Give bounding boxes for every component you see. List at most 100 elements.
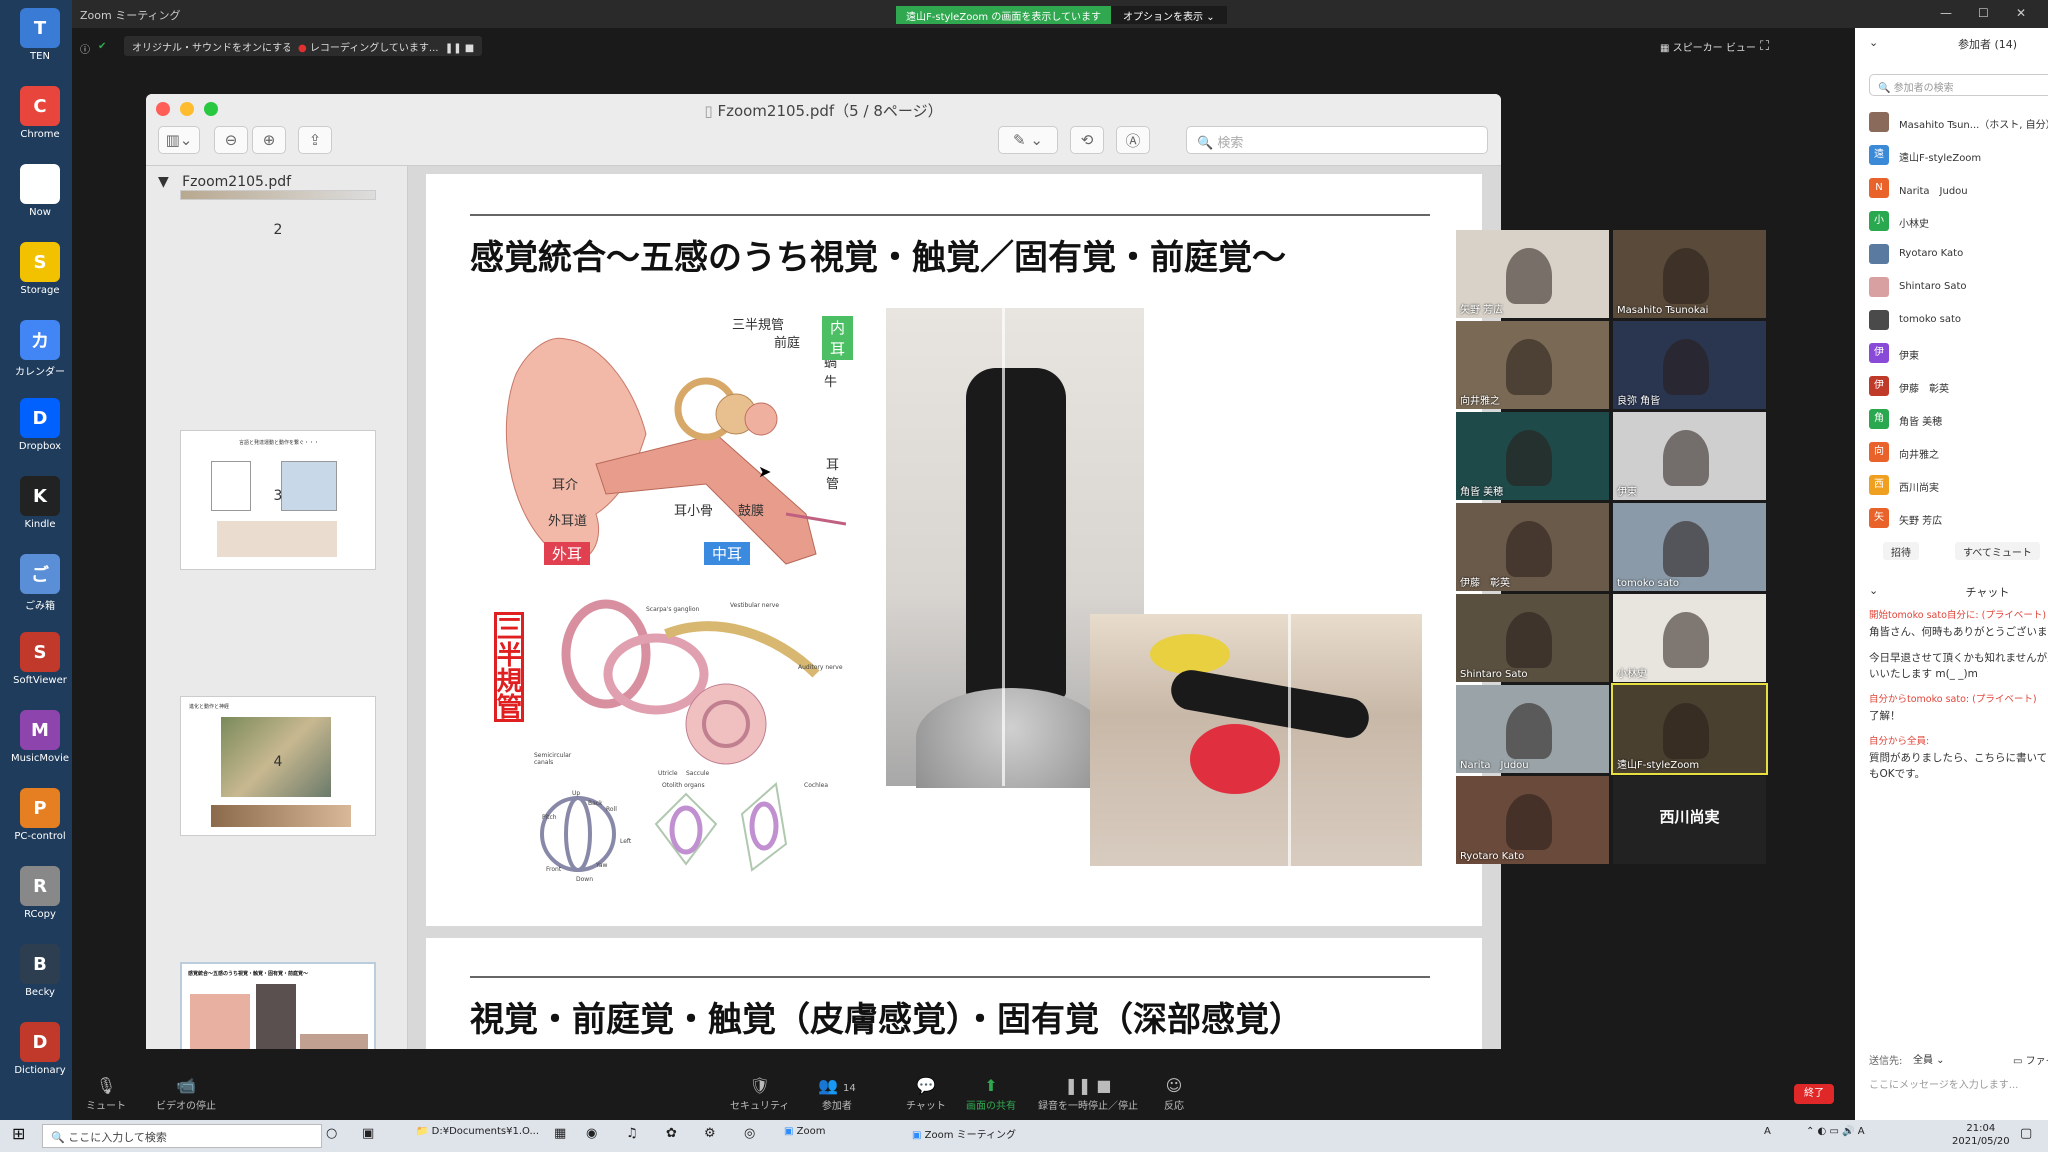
pdf-search-input[interactable]: 🔍 検索 [1186,126,1488,154]
ime-icon[interactable]: A [1764,1126,1771,1137]
participant-row[interactable]: 遠遠山F-styleZoom🎙▭ [1869,143,2048,169]
video-tile[interactable]: Masahito Tsunokai [1613,230,1766,318]
annotate-icon[interactable]: Ⓐ [1116,126,1150,154]
record-button[interactable]: ❚❚ ■ 録音を一時停止／停止 [1038,1076,1138,1112]
rotate-icon[interactable]: ⟲ [1070,126,1104,154]
participant-row[interactable]: Ryotaro Kato🎙̸▭ [1869,242,2048,268]
participant-name: 小林史 [1899,219,1929,230]
zoom-in-icon[interactable]: ⊕ [252,126,286,154]
calculator-icon[interactable]: ▦ [554,1126,566,1141]
desktop-icon-12[interactable]: B Becky [10,944,70,998]
invite-button[interactable]: 招待 [1883,542,1919,560]
fullscreen-icon[interactable]: ⛶ [1752,36,1777,56]
video-tile[interactable]: 向井雅之 [1456,321,1609,409]
video-tile[interactable]: 矢野 芳広 [1456,230,1609,318]
share-screen-button[interactable]: ⬆ 画面の共有 [966,1076,1016,1112]
desktop-icon-9[interactable]: M MusicMovie [10,710,70,764]
stop-icon[interactable]: ■ [465,43,474,54]
video-tile[interactable]: 遠山F-styleZoom [1611,683,1768,775]
share-icon[interactable]: ⇪ [298,126,332,154]
system-tray-icons[interactable]: ⌃ ◐ ▭ 🔊 A [1806,1126,1865,1137]
zoom-out-icon[interactable]: ⊖ [214,126,248,154]
mute-button[interactable]: 🎙 ミュート [86,1076,126,1112]
chat-message-meta: 開始tomoko sato自分に: (プライベート) [1869,610,2047,621]
desktop-icon-8[interactable]: S SoftViewer [10,632,70,686]
participant-row[interactable]: tomoko sato🎙̸▭ [1869,308,2048,334]
participant-row[interactable]: NNarita Judou🎙▭ [1869,176,2048,202]
send-to-select[interactable]: 全員 ⌄ [1905,1049,1953,1067]
pause-icon[interactable]: ❚❚ [445,43,462,54]
desktop-icon-6[interactable]: K Kindle [10,476,70,530]
taskbar-item-explorer[interactable]: 📁 D:¥Documents¥1.O... [416,1126,539,1137]
close-icon[interactable]: ✕ [2016,6,2026,20]
desktop-icon-5[interactable]: D Dropbox [10,398,70,452]
video-tile[interactable]: 伊東 [1613,412,1766,500]
thumbnail-page-2[interactable] [180,190,376,200]
speaker-view-button[interactable]: ▦ スピーカー ビュー [1652,36,1764,56]
desktop-icon-3[interactable]: S Storage [10,242,70,296]
taskbar-item-zoom[interactable]: ▣ Zoom [784,1126,825,1137]
desktop-icon-2[interactable]: N Now [10,164,70,218]
desktop-icon-10[interactable]: P PC-control [10,788,70,842]
chat-button[interactable]: 💬 チャット [906,1076,946,1112]
participant-row[interactable]: 西西川尚実🎙̸▭ [1869,473,2048,499]
video-tile[interactable]: 良弥 角皆 [1613,321,1766,409]
video-tile[interactable]: 小林史 [1613,594,1766,682]
original-sound-button[interactable]: オリジナル・サウンドをオンにする [124,36,301,56]
participant-row[interactable]: 伊伊藤 彰英🎙̸▭ [1869,374,2048,400]
task-view-icon[interactable]: ▣ [362,1126,374,1141]
markup-pen-icon[interactable]: ✎ ⌄ [998,126,1058,154]
label-eustachian: 耳管 [826,458,840,492]
desktop-icon-4[interactable]: カカレンダー [10,320,70,378]
taskbar-clock[interactable]: 21:04 2021/05/20 [1952,1122,2010,1148]
view-options-button[interactable]: オプションを表示 ⌄ [1111,6,1227,24]
video-tile[interactable]: Narita Judou [1456,685,1609,773]
participant-row[interactable]: 伊伊東🎙̸▭ [1869,341,2048,367]
participant-row[interactable]: 矢矢野 芳広🎙̸▭ [1869,506,2048,532]
desktop-icon-13[interactable]: D Dictionary [10,1022,70,1076]
chat-message-input[interactable]: ここにメッセージを入力します... [1869,1076,2018,1091]
security-button[interactable]: 🛡 セキュリティ [730,1076,789,1112]
taskbar-item-zoom-meeting[interactable]: ▣ Zoom ミーティング [912,1126,1016,1141]
desktop-icon-7[interactable]: ごごみ箱 [10,554,70,612]
cortana-icon[interactable]: ○ [326,1126,337,1141]
notifications-icon[interactable]: ▢ [2020,1126,2032,1141]
participant-row[interactable]: 向向井雅之🎙̸▭ [1869,440,2048,466]
shield-icon[interactable]: ✔ [90,38,114,58]
security-app-icon[interactable]: ◎ [744,1126,755,1141]
desktop-icon-0[interactable]: T TEN [10,8,70,62]
file-button[interactable]: ▭ ファイル [2013,1052,2048,1067]
maximize-icon[interactable]: ☐ [1978,6,1989,20]
video-tile[interactable]: Shintaro Sato [1456,594,1609,682]
chrome-icon[interactable]: ◉ [586,1126,597,1141]
taskbar-search-input[interactable]: 🔍 ここに入力して検索 [42,1124,322,1148]
music-icon[interactable]: ♫ [626,1126,638,1141]
video-label: ビデオの停止 [156,1101,216,1112]
minimize-icon[interactable]: — [1940,6,1952,20]
desktop-icon-label: Kindle [24,519,56,530]
participant-row[interactable]: 小小林史🎙▭ [1869,209,2048,235]
video-tile[interactable]: 西川尚実西川尚実 [1613,776,1766,864]
desktop-icon-11[interactable]: R RCopy [10,866,70,920]
video-tile[interactable]: 伊藤 彰英 [1456,503,1609,591]
red-ball [1190,724,1280,794]
participant-row[interactable]: 角角皆 美穂🎙̸▭ [1869,407,2048,433]
participant-search-input[interactable]: 🔍 参加者の検索 [1869,74,2048,96]
thumbnail-page-5[interactable]: 感覚統合〜五感のうち視覚・触覚・固有覚・前庭覚〜 [180,962,376,1049]
end-meeting-button[interactable]: 終了 [1794,1084,1834,1104]
app-icon[interactable]: ⚙ [704,1126,716,1141]
video-tile[interactable]: 角皆 美穂 [1456,412,1609,500]
participants-button[interactable]: 👥 14 参加者 [818,1076,856,1112]
reactions-button[interactable]: ☺ 反応 [1164,1076,1184,1112]
video-tile[interactable]: tomoko sato [1613,503,1766,591]
windows-start-icon[interactable]: ⊞ [12,1124,25,1143]
participant-row[interactable]: Masahito Tsun...（ホスト, 自分）🎙▭ [1869,110,2048,136]
stop-video-button[interactable]: 📹 ビデオの停止 [156,1076,216,1112]
participant-row[interactable]: Shintaro Sato🎙̸▭ [1869,275,2048,301]
desktop-icon-1[interactable]: C Chrome [10,86,70,140]
participant-name: Narita Judou [1899,186,1968,197]
app-icon[interactable]: ✿ [666,1126,677,1141]
sidebar-toggle-icon[interactable]: ▥⌄ [158,126,200,154]
mute-all-button[interactable]: すべてミュート [1955,542,2040,560]
video-tile[interactable]: Ryotaro Kato [1456,776,1609,864]
